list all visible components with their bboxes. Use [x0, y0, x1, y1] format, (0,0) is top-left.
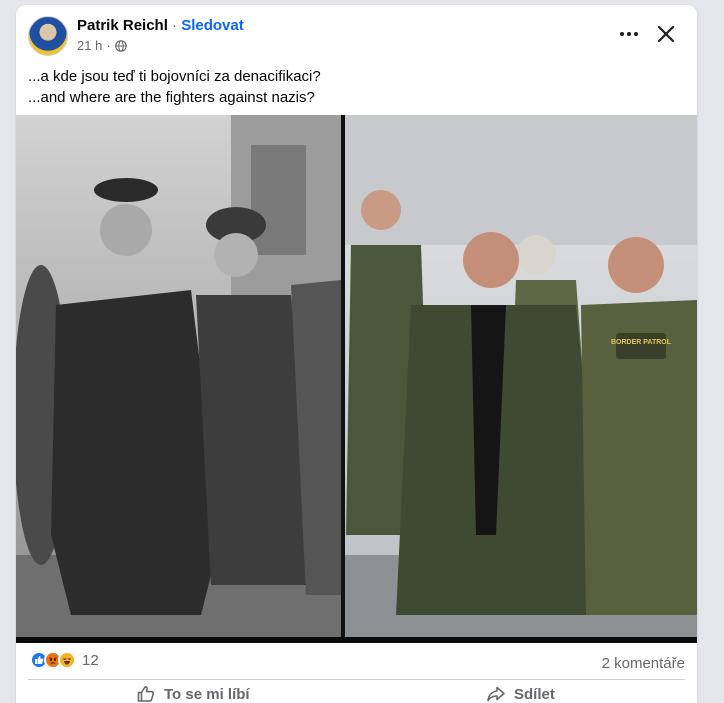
meta-separator: ·: [106, 38, 111, 53]
comments-count-link[interactable]: 2 komentáře: [602, 655, 685, 672]
reaction-count: 12: [82, 651, 99, 669]
share-button-label: Sdílet: [514, 685, 555, 703]
footer-divider: [28, 679, 685, 680]
thumbs-up-icon: [137, 685, 155, 702]
more-dot-icon: [620, 32, 624, 36]
like-button-label: To se mi líbí: [164, 685, 250, 703]
more-dot-icon: [627, 32, 631, 36]
border-patrol-patch: [616, 333, 666, 359]
bw-photo-half: [16, 115, 341, 643]
globe-icon: [114, 39, 127, 52]
reactions-summary[interactable]: 12: [30, 651, 99, 669]
share-arrow-icon: [487, 686, 505, 702]
color-photo-half: BORDER PATROL: [345, 115, 697, 643]
post-text-line: ...a kde jsou teď ti bojovníci za denaci…: [28, 68, 321, 85]
close-icon[interactable]: [653, 21, 679, 47]
post-card: Patrik Reichl · Sledovat 21 h · ...a kde…: [16, 5, 697, 703]
share-button[interactable]: Sdílet: [486, 683, 555, 703]
post-text-line: ...and where are the fighters against na…: [28, 89, 315, 106]
post-image[interactable]: BORDER PATROL: [16, 115, 697, 643]
post-meta: 21 h ·: [77, 38, 127, 53]
post-footer: 12 2 komentáře To se mi líbí Sdílet: [16, 643, 697, 703]
follow-button[interactable]: Sledovat: [181, 17, 244, 34]
patch-label: BORDER PATROL: [611, 339, 672, 346]
post-timestamp[interactable]: 21 h: [77, 38, 102, 53]
author-row: Patrik Reichl · Sledovat: [77, 17, 244, 34]
comparison-photo: BORDER PATROL: [16, 115, 697, 643]
post-header: Patrik Reichl · Sledovat 21 h ·: [16, 5, 697, 61]
author-separator: ·: [167, 17, 182, 34]
author-name[interactable]: Patrik Reichl: [77, 17, 168, 34]
like-button[interactable]: To se mi líbí: [136, 683, 250, 703]
haha-reaction-icon: [58, 651, 76, 669]
post-text: ...a kde jsou teď ti bojovníci za denaci…: [28, 66, 321, 108]
avatar[interactable]: [28, 16, 68, 56]
more-dot-icon: [634, 32, 638, 36]
more-options-button[interactable]: [614, 22, 644, 46]
